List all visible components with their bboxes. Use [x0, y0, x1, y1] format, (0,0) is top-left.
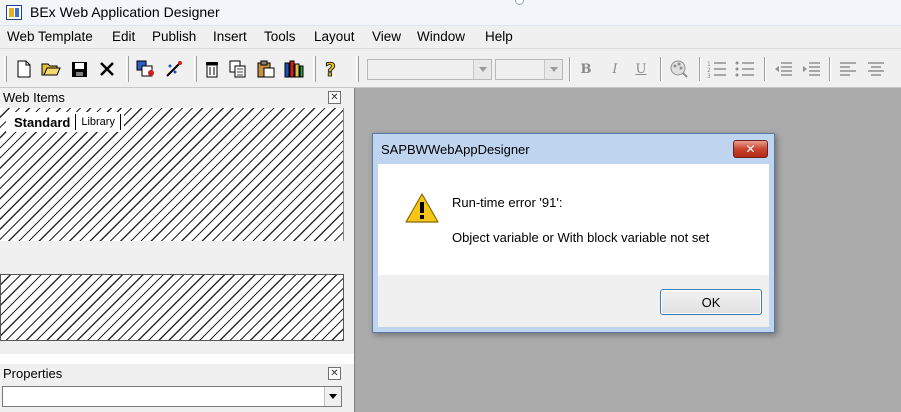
open-icon[interactable] — [40, 58, 62, 80]
chevron-down-icon[interactable] — [473, 60, 491, 79]
tab-library[interactable]: Library — [76, 116, 120, 128]
delete-icon[interactable] — [201, 58, 223, 80]
numbered-list-icon[interactable]: 123 — [706, 58, 728, 80]
menu-tools[interactable]: Tools — [264, 29, 296, 44]
toolbar-grip[interactable] — [126, 56, 129, 82]
toolbar-separator — [660, 57, 662, 81]
properties-object-select[interactable] — [2, 386, 342, 407]
wizard-icon[interactable] — [163, 58, 185, 80]
menu-insert[interactable]: Insert — [213, 29, 247, 44]
properties-title: Properties — [3, 366, 63, 381]
close-icon[interactable] — [96, 58, 118, 80]
web-item-icon[interactable] — [135, 58, 157, 80]
font-size-combo[interactable] — [495, 59, 563, 80]
ok-button[interactable]: OK — [660, 289, 762, 315]
bold-button[interactable]: B — [576, 59, 596, 79]
save-icon[interactable] — [68, 58, 90, 80]
app-icon — [6, 5, 22, 20]
toolbar-separator — [764, 57, 766, 81]
dialog-title: SAPBWWebAppDesigner — [381, 142, 530, 157]
chevron-down-icon[interactable] — [544, 60, 562, 79]
toolbar: ? B I U 123 — [0, 48, 901, 88]
web-items-title: Web Items — [3, 90, 65, 105]
menu-edit[interactable]: Edit — [112, 29, 135, 44]
menu-bar: Web Template Edit Publish Insert Tools L… — [0, 26, 901, 48]
toolbar-separator — [569, 57, 571, 81]
toolbar-separator — [699, 57, 701, 81]
underline-button[interactable]: U — [631, 59, 651, 79]
menu-view[interactable]: View — [372, 29, 401, 44]
svg-text:3: 3 — [707, 73, 711, 78]
web-items-description-area — [0, 274, 344, 341]
menu-help[interactable]: Help — [485, 29, 513, 44]
tab-divider — [119, 114, 121, 130]
menu-publish[interactable]: Publish — [152, 29, 196, 44]
close-icon[interactable]: ✕ — [328, 367, 341, 380]
library-icon[interactable] — [283, 58, 305, 80]
svg-text:?: ? — [325, 59, 336, 79]
chevron-down-icon[interactable] — [324, 387, 341, 406]
toolbar-separator — [829, 57, 831, 81]
dialog-footer: OK — [378, 275, 769, 327]
web-items-panel: Web Items ✕ Standard Library — [0, 88, 354, 354]
menu-layout[interactable]: Layout — [314, 29, 355, 44]
resize-grip-icon[interactable] — [515, 0, 524, 5]
dialog-close-button[interactable]: ✕ — [733, 140, 768, 158]
tab-standard[interactable]: Standard — [9, 115, 75, 130]
toolbar-grip[interactable] — [313, 56, 316, 82]
close-icon: ✕ — [745, 142, 756, 156]
menu-window[interactable]: Window — [417, 29, 465, 44]
increase-indent-icon[interactable] — [800, 58, 822, 80]
align-left-icon[interactable] — [837, 58, 859, 80]
bullet-list-icon[interactable] — [734, 58, 756, 80]
toolbar-grip[interactable] — [356, 56, 359, 82]
align-center-icon[interactable] — [865, 58, 887, 80]
web-items-header: Web Items ✕ — [0, 88, 354, 108]
font-name-combo[interactable] — [367, 59, 492, 80]
new-icon[interactable] — [13, 58, 35, 80]
properties-panel: Properties ✕ — [0, 364, 354, 412]
toolbar-grip[interactable] — [194, 56, 197, 82]
close-icon[interactable]: ✕ — [328, 91, 341, 104]
help-icon[interactable]: ? — [320, 58, 342, 80]
web-items-tabs: Standard Library — [6, 112, 124, 132]
copy-icon[interactable] — [227, 58, 249, 80]
paste-icon[interactable] — [255, 58, 277, 80]
toolbar-grip[interactable] — [4, 56, 7, 82]
properties-header: Properties ✕ — [0, 364, 354, 384]
error-code-text: Run-time error '91': — [452, 195, 563, 210]
italic-button[interactable]: I — [605, 59, 625, 79]
error-dialog: SAPBWWebAppDesigner ✕ Run-time error '91… — [372, 133, 775, 333]
color-palette-icon[interactable] — [668, 58, 690, 80]
decrease-indent-icon[interactable] — [772, 58, 794, 80]
dialog-body: Run-time error '91': Object variable or … — [378, 164, 769, 275]
warning-icon — [405, 193, 439, 223]
title-bar: BEx Web Application Designer — [0, 0, 901, 26]
menu-web-template[interactable]: Web Template — [7, 29, 93, 44]
window-title: BEx Web Application Designer — [30, 4, 220, 20]
error-message-text: Object variable or With block variable n… — [452, 230, 710, 245]
